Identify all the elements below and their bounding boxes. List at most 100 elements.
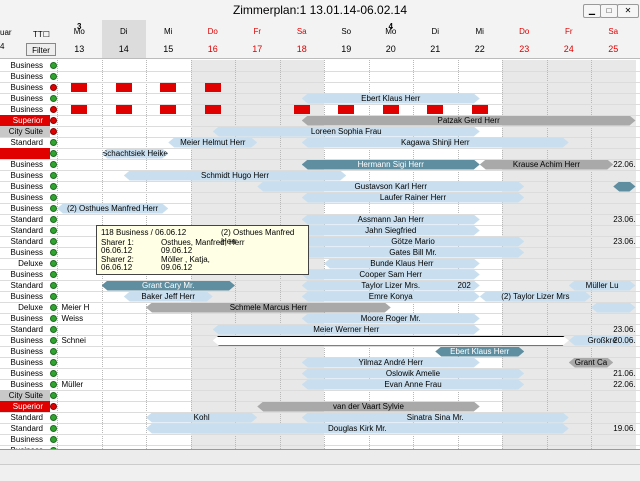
- booking-bar[interactable]: Kohl: [146, 413, 257, 423]
- room-row-label[interactable]: Business: [0, 82, 50, 93]
- booking-bar[interactable]: Oslowik Amelie: [302, 369, 525, 379]
- day-header-23[interactable]: Do 23: [502, 20, 547, 58]
- day-header-16[interactable]: Do 16: [191, 20, 236, 58]
- booking-bar[interactable]: Baker Jeff Herr: [124, 292, 213, 302]
- booking-bar[interactable]: Müller Lu: [569, 281, 636, 291]
- booking-bar[interactable]: Laufer Rainer Herr: [302, 193, 525, 203]
- day-header-13[interactable]: 3 Mo 13: [57, 20, 102, 58]
- room-row-label[interactable]: Business: [0, 269, 50, 280]
- room-row-label[interactable]: Business: [0, 159, 50, 170]
- booking-bar[interactable]: Assmann Jan Herr: [302, 215, 480, 225]
- booking-bar[interactable]: Gustavson Karl Herr: [257, 182, 524, 192]
- day-header-22[interactable]: Mi 22: [458, 20, 503, 58]
- booking-bar[interactable]: Patzak Gerd Herr: [302, 116, 636, 126]
- room-row-label[interactable]: Superior: [0, 115, 50, 126]
- blocked-day-marker[interactable]: [71, 105, 88, 114]
- room-row-label[interactable]: Business: [0, 357, 50, 368]
- blocked-day-marker[interactable]: [71, 83, 88, 92]
- booking-bar[interactable]: Krause Achim Herr: [480, 160, 614, 170]
- room-row-label[interactable]: Business: [0, 434, 50, 445]
- booking-bar[interactable]: Hermann Sigi Herr: [302, 160, 480, 170]
- booking-bar[interactable]: Moore Roger Mr.: [302, 314, 480, 324]
- booking-bar[interactable]: Ebert Klaus Herr: [302, 94, 480, 104]
- room-row-label[interactable]: Standard: [0, 236, 50, 247]
- room-row-label[interactable]: Standard: [0, 280, 50, 291]
- room-row-label[interactable]: Deluxe: [0, 258, 50, 269]
- blocked-day-marker[interactable]: [338, 105, 355, 114]
- close-button[interactable]: ✕: [617, 4, 639, 18]
- room-row-label[interactable]: Superior: [0, 401, 50, 412]
- room-row-label[interactable]: City Suite: [0, 390, 50, 401]
- booking-bar[interactable]: Meier Werner Herr: [213, 325, 480, 335]
- room-row-label[interactable]: Business: [0, 291, 50, 302]
- filter-button[interactable]: Filter: [26, 43, 56, 56]
- minimize-button[interactable]: ▁: [583, 4, 601, 18]
- blocked-day-marker[interactable]: [471, 105, 488, 114]
- booking-bar[interactable]: Grant Cary Mr.: [102, 281, 236, 291]
- booking-bar[interactable]: (2) Taylor Lizer Mrs: [480, 292, 591, 302]
- booking-bar[interactable]: Kagawa Shinji Herr: [302, 138, 569, 148]
- booking-bar[interactable]: Yilmaz André Herr: [302, 358, 480, 368]
- booking-bar[interactable]: Douglas Kirk Mr.: [146, 424, 569, 434]
- room-row-label[interactable]: Standard: [0, 423, 50, 434]
- blocked-day-marker[interactable]: [427, 105, 444, 114]
- booking-bar[interactable]: [591, 303, 636, 313]
- booking-bar[interactable]: Emre Konya: [302, 292, 480, 302]
- day-header-19[interactable]: So 19: [324, 20, 369, 58]
- blocked-day-marker[interactable]: [115, 105, 132, 114]
- room-row-label[interactable]: [0, 148, 50, 159]
- room-row-label[interactable]: Business: [0, 170, 50, 181]
- room-row-label[interactable]: Business: [0, 93, 50, 104]
- booking-bar[interactable]: Cooper Sam Herr: [302, 270, 480, 280]
- day-header-17[interactable]: Fr 17: [235, 20, 280, 58]
- tt-checkbox[interactable]: TT☐: [33, 30, 50, 39]
- room-row-label[interactable]: Business: [0, 181, 50, 192]
- blocked-day-marker[interactable]: [382, 105, 399, 114]
- room-row-label[interactable]: Business: [0, 60, 50, 71]
- room-row-label[interactable]: Deluxe: [0, 302, 50, 313]
- blocked-day-marker[interactable]: [115, 83, 132, 92]
- booking-bar[interactable]: Meier Helmut Herr: [168, 138, 257, 148]
- blocked-day-marker[interactable]: [204, 105, 221, 114]
- booking-bar[interactable]: Schachtsiek Heike: [102, 149, 169, 159]
- day-header-21[interactable]: Di 21: [413, 20, 458, 58]
- room-row-label[interactable]: Business: [0, 335, 50, 346]
- booking-bar[interactable]: Ebert Klaus Herr: [435, 347, 524, 357]
- booking-bar[interactable]: Bunde Klaus Herr: [324, 259, 480, 269]
- room-row-label[interactable]: Standard: [0, 225, 50, 236]
- room-row-label[interactable]: Business: [0, 346, 50, 357]
- day-header-25[interactable]: Sa 25: [591, 20, 636, 58]
- day-header-24[interactable]: Fr 24: [547, 20, 592, 58]
- room-row-label[interactable]: Business: [0, 71, 50, 82]
- room-row-label[interactable]: Standard: [0, 324, 50, 335]
- room-row-label[interactable]: Business: [0, 104, 50, 115]
- room-row-label[interactable]: Business: [0, 247, 50, 258]
- booking-bar[interactable]: van der Vaart Sylvie: [257, 402, 480, 412]
- blocked-day-marker[interactable]: [160, 105, 177, 114]
- blocked-day-marker[interactable]: [160, 83, 177, 92]
- booking-bar[interactable]: Schmele Marcus Herr: [146, 303, 391, 313]
- room-row-label[interactable]: Business: [0, 368, 50, 379]
- booking-bar[interactable]: Loreen Sophia Frau: [213, 127, 480, 137]
- blocked-day-marker[interactable]: [204, 83, 221, 92]
- booking-bar[interactable]: Sinatra Sina Mr.: [302, 413, 569, 423]
- booking-bar[interactable]: Jahn Siegfried: [302, 226, 480, 236]
- room-row-label[interactable]: Standard: [0, 412, 50, 423]
- booking-bar[interactable]: [213, 336, 569, 346]
- booking-bar[interactable]: Gates Bill Mr.: [302, 248, 525, 258]
- booking-bar[interactable]: (2) Osthues Manfred Herr: [57, 204, 168, 214]
- booking-bar[interactable]: Götze Mario: [302, 237, 525, 247]
- booking-bar[interactable]: Taylor Lizer Mrs.: [302, 281, 480, 291]
- booking-bar[interactable]: Grant Ca: [569, 358, 614, 368]
- blocked-day-marker[interactable]: [293, 105, 310, 114]
- room-row-label[interactable]: Business: [0, 379, 50, 390]
- booking-bar[interactable]: Evan Anne Frau: [302, 380, 525, 390]
- day-header-18[interactable]: Sa 18: [280, 20, 325, 58]
- room-row-label[interactable]: Standard: [0, 214, 50, 225]
- room-row-label[interactable]: Business: [0, 203, 50, 214]
- room-row-label[interactable]: Standard: [0, 137, 50, 148]
- room-row-label[interactable]: Business: [0, 192, 50, 203]
- room-row-label[interactable]: City Suite: [0, 126, 50, 137]
- day-header-14[interactable]: Di 14: [101, 20, 146, 58]
- day-header-15[interactable]: Mi 15: [146, 20, 191, 58]
